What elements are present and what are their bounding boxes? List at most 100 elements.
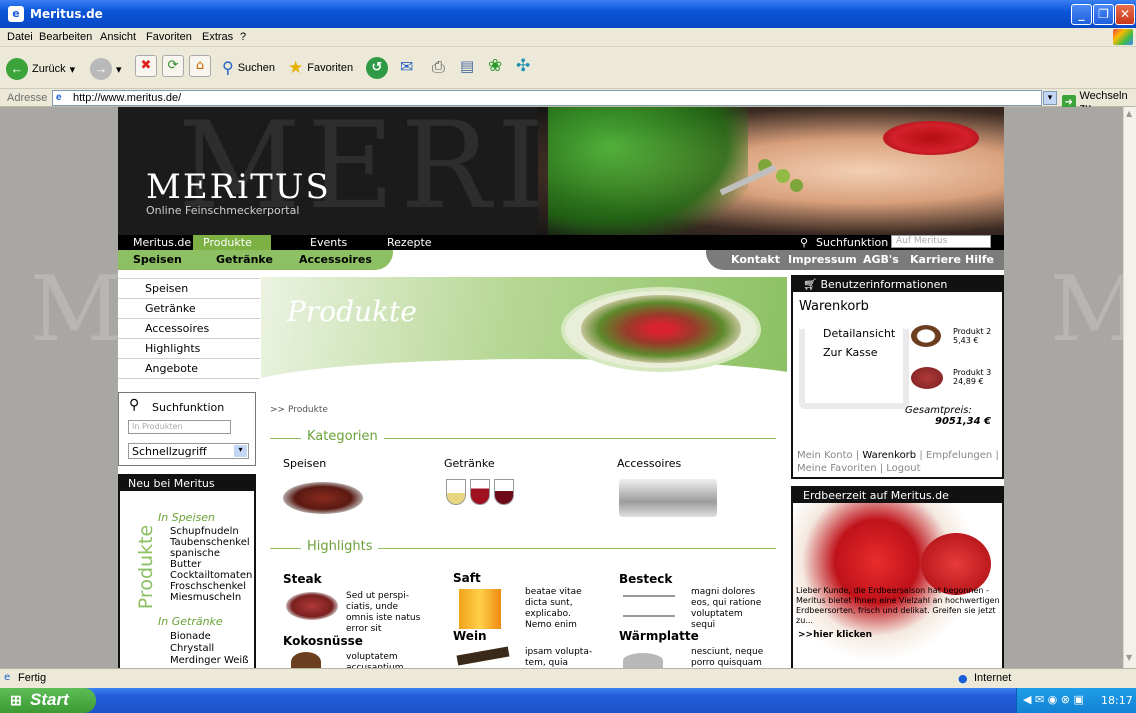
menu-extras[interactable]: Extras bbox=[202, 31, 233, 43]
neu-item[interactable]: Cocktailtomaten bbox=[170, 570, 254, 581]
neu-item[interactable]: spanische Butter bbox=[170, 548, 254, 570]
mail-icon[interactable]: ✉ bbox=[400, 57, 413, 76]
nav-produkte[interactable]: Produkte bbox=[193, 235, 271, 250]
search-icon: ⚲ bbox=[222, 60, 234, 77]
home-icon[interactable]: ⌂ bbox=[189, 55, 211, 77]
scroll-up-icon[interactable]: ▲ bbox=[1126, 109, 1132, 118]
warming-plate-image bbox=[623, 653, 663, 668]
sidebar-item-speisen[interactable]: Speisen bbox=[118, 279, 260, 299]
close-button[interactable]: ✕ bbox=[1115, 4, 1135, 25]
address-dropdown-icon[interactable]: ▾ bbox=[1043, 91, 1057, 105]
side-search-input[interactable]: In Produkten bbox=[128, 420, 231, 434]
gesamtpreis-label: Gesamtpreis: bbox=[905, 405, 972, 416]
search-button[interactable]: ⚲ Suchen bbox=[222, 58, 275, 78]
warenkorb-link[interactable]: Warenkorb bbox=[862, 450, 916, 461]
steak-thumb[interactable] bbox=[911, 367, 943, 389]
window-titlebar: e Meritus.de _ ❐ ✕ bbox=[0, 0, 1136, 28]
logout-link[interactable]: Logout bbox=[886, 463, 920, 474]
meat-image[interactable] bbox=[283, 482, 363, 514]
kategorie-accessoires[interactable]: Accessoires bbox=[617, 457, 681, 470]
steak-image bbox=[286, 592, 338, 620]
olive-shape bbox=[776, 169, 790, 183]
highlight-title[interactable]: Wärmplatte bbox=[619, 629, 699, 643]
neu-item[interactable]: Bionade bbox=[170, 631, 249, 643]
empfelungen-link[interactable]: Empfelungen bbox=[926, 450, 992, 461]
forward-button[interactable]: → ▾ bbox=[90, 58, 122, 80]
zur-kasse-link[interactable]: Zur Kasse bbox=[823, 346, 878, 359]
wine-bottle-image bbox=[456, 646, 510, 666]
print-icon[interactable]: ⎙ bbox=[432, 57, 445, 77]
sidebar-item-highlights[interactable]: Highlights bbox=[118, 339, 260, 359]
highlight-title[interactable]: Steak bbox=[283, 572, 322, 586]
vertical-scrollbar[interactable]: ▲ ▼ bbox=[1123, 107, 1136, 668]
menu-favoriten[interactable]: Favoriten bbox=[146, 31, 192, 43]
star-icon: ★ bbox=[288, 58, 304, 77]
neu-item[interactable]: Schupfnudeln bbox=[170, 526, 254, 537]
neu-item[interactable]: Froschschenkel bbox=[170, 581, 254, 592]
subnav-impressum[interactable]: Impressum bbox=[788, 253, 857, 266]
highlight-title[interactable]: Saft bbox=[453, 571, 481, 585]
tray-icons[interactable]: ◀ ✉ ◉ ⊗ ▣ bbox=[1023, 693, 1084, 706]
menu-datei[interactable]: Datei bbox=[7, 31, 33, 43]
neu-item[interactable]: Miesmuscheln bbox=[170, 592, 254, 603]
kategorie-speisen[interactable]: Speisen bbox=[283, 457, 326, 470]
neu-item[interactable]: Merdinger Weiß bbox=[170, 655, 249, 667]
sidebar-item-accessoires[interactable]: Accessoires bbox=[118, 319, 260, 339]
ie-icon: e bbox=[8, 6, 24, 22]
subnav-hilfe[interactable]: Hilfe bbox=[965, 253, 994, 266]
neu-list-speisen: Schupfnudeln Taubenschenkel spanische Butt… bbox=[170, 526, 254, 603]
hier-klicken-link[interactable]: >>hier klicken bbox=[798, 630, 872, 640]
search-icon: ⚲ bbox=[800, 236, 809, 249]
scroll-down-icon[interactable]: ▼ bbox=[1126, 653, 1132, 662]
subnav-karriere[interactable]: Karriere bbox=[910, 253, 961, 266]
neu-item[interactable]: Taubenschenkel bbox=[170, 537, 254, 548]
refresh-icon[interactable]: ⟳ bbox=[162, 55, 184, 77]
header-banner: MERITUS MERiTUS Online Feinschmeckerport… bbox=[118, 107, 1004, 235]
edit-icon[interactable]: ▤ bbox=[460, 57, 474, 75]
stop-icon[interactable]: ✖ bbox=[135, 55, 157, 77]
forward-arrow-icon: → bbox=[90, 58, 112, 80]
nav-meritus[interactable]: Meritus.de bbox=[133, 236, 191, 249]
menu-ansicht[interactable]: Ansicht bbox=[100, 31, 136, 43]
subnav-getraenke[interactable]: Getränke bbox=[216, 253, 273, 266]
nav-rezepte[interactable]: Rezepte bbox=[387, 236, 432, 249]
mein-konto-link[interactable]: Mein Konto bbox=[797, 450, 853, 461]
favorites-button[interactable]: ★ Favoriten bbox=[288, 58, 353, 78]
quick-access-select[interactable]: Schnellzugriff ▾ bbox=[128, 443, 249, 459]
address-input[interactable]: e http://www.meritus.de/ bbox=[52, 90, 1042, 106]
site-logo[interactable]: MERiTUS bbox=[146, 167, 331, 207]
highlight-title[interactable]: Kokosnüsse bbox=[283, 634, 363, 648]
highlight-title[interactable]: Besteck bbox=[619, 572, 672, 586]
minimize-button[interactable]: _ bbox=[1071, 4, 1092, 25]
salad-image bbox=[581, 295, 741, 363]
side-search-box: ⚲ Suchfunktion In Produkten Schnellzugri… bbox=[118, 392, 256, 466]
subnav-kontakt[interactable]: Kontakt bbox=[731, 253, 780, 266]
sidebar-item-angebote[interactable]: Angebote bbox=[118, 359, 260, 379]
menu-help[interactable]: ? bbox=[240, 31, 246, 43]
subnav-agb[interactable]: AGB's bbox=[863, 253, 899, 266]
history-icon[interactable]: ↺ bbox=[366, 57, 388, 79]
discuss-icon[interactable]: ✣ bbox=[516, 56, 530, 76]
highlight-title[interactable]: Wein bbox=[453, 629, 487, 643]
site-search-input[interactable]: Auf Meritus bbox=[891, 235, 991, 248]
messenger-icon[interactable]: ❀ bbox=[488, 56, 502, 76]
kategorie-getraenke[interactable]: Getränke bbox=[444, 457, 495, 470]
olive-shape bbox=[790, 179, 803, 192]
highlight-text: beatae vitae dicta sunt, explicabo. Nemo… bbox=[525, 587, 582, 630]
menu-bearbeiten[interactable]: Bearbeiten bbox=[39, 31, 92, 43]
maximize-button[interactable]: ❐ bbox=[1093, 4, 1114, 25]
coconut-thumb[interactable] bbox=[911, 325, 941, 347]
meine-favoriten-link[interactable]: Meine Favoriten bbox=[797, 463, 877, 474]
highlight-text: Sed ut perspi-ciatis, unde omnis iste na… bbox=[346, 591, 421, 634]
detailansicht-link[interactable]: Detailansicht bbox=[823, 327, 895, 340]
subnav-speisen[interactable]: Speisen bbox=[133, 253, 182, 266]
subnav-accessoires[interactable]: Accessoires bbox=[299, 253, 372, 266]
cookware-image[interactable] bbox=[619, 479, 717, 517]
wine-glasses-image[interactable] bbox=[446, 479, 518, 521]
start-button[interactable]: ⊞ Start bbox=[0, 688, 96, 713]
back-button[interactable]: ← Zurück ▾ bbox=[6, 58, 75, 80]
neu-item[interactable]: Chrystall bbox=[170, 643, 249, 655]
window-title: Meritus.de bbox=[30, 7, 103, 21]
sidebar-item-getraenke[interactable]: Getränke bbox=[118, 299, 260, 319]
nav-events[interactable]: Events bbox=[310, 236, 347, 249]
